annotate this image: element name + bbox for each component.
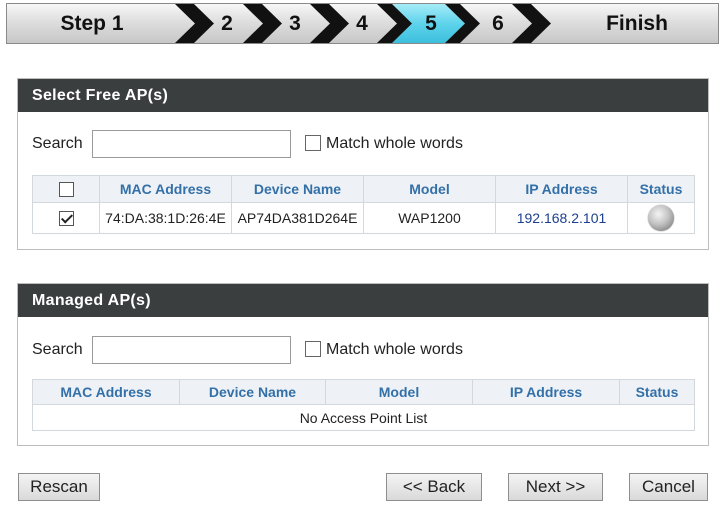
managed-aps-table: MAC Address Device Name Model IP Address…: [32, 379, 695, 431]
next-button[interactable]: Next >>: [508, 473, 603, 501]
managed-aps-title: Managed AP(s): [18, 284, 708, 317]
free-aps-panel: Select Free AP(s) Search Match whole wor…: [17, 78, 709, 250]
column-header-status[interactable]: Status: [627, 175, 695, 203]
managed-aps-match-whole-words-label: Match whole words: [326, 341, 463, 358]
wizard-step-finish: Finish: [606, 12, 668, 35]
row-select-cell: [32, 202, 100, 234]
table-header-row: MAC Address Device Name Model IP Address…: [32, 379, 695, 405]
wizard-step-2: 2: [221, 12, 233, 35]
column-header-mac[interactable]: MAC Address: [99, 175, 232, 203]
empty-list-message: No Access Point List: [32, 404, 695, 431]
cell-model: WAP1200: [363, 202, 496, 234]
wizard-step-4: 4: [356, 12, 368, 35]
managed-aps-search-label: Search: [32, 341, 83, 358]
cell-mac: 74:DA:38:1D:26:4E: [99, 202, 232, 234]
wizard-step-bar: Step 1 2 3 4 5 6 Finish: [6, 3, 719, 44]
wizard-step-5-active: 5: [425, 12, 437, 35]
free-aps-table: MAC Address Device Name Model IP Address…: [32, 175, 695, 234]
status-grey-dot-icon: [648, 205, 674, 231]
table-header-row: MAC Address Device Name Model IP Address…: [32, 175, 695, 203]
cell-device-name: AP74DA381D264E: [231, 202, 364, 234]
column-header-mac[interactable]: MAC Address: [32, 379, 180, 405]
column-header-device-name[interactable]: Device Name: [179, 379, 326, 405]
column-header-device-name[interactable]: Device Name: [231, 175, 364, 203]
column-header-ip[interactable]: IP Address: [495, 175, 628, 203]
column-header-model[interactable]: Model: [325, 379, 473, 405]
select-all-checkbox[interactable]: [58, 182, 74, 198]
rescan-button[interactable]: Rescan: [18, 473, 100, 501]
free-aps-match-whole-words-checkbox[interactable]: [305, 135, 321, 151]
row-select-checkbox[interactable]: [58, 211, 74, 227]
managed-aps-panel: Managed AP(s) Search Match whole words M…: [17, 283, 709, 446]
managed-aps-match-whole-words-checkbox[interactable]: [305, 341, 321, 357]
table-row[interactable]: 74:DA:38:1D:26:4E AP74DA381D264E WAP1200…: [32, 202, 695, 234]
free-aps-title: Select Free AP(s): [18, 79, 708, 112]
free-aps-search-label: Search: [32, 135, 83, 152]
column-header-ip[interactable]: IP Address: [472, 379, 620, 405]
cell-ip: 192.168.2.101: [495, 202, 628, 234]
select-all-cell: [32, 175, 100, 203]
free-aps-search-input[interactable]: [92, 130, 291, 158]
empty-row: No Access Point List: [32, 404, 695, 431]
back-button[interactable]: << Back: [386, 473, 482, 501]
wizard-step-6: 6: [492, 12, 504, 35]
managed-aps-search-input[interactable]: [92, 336, 291, 364]
free-aps-match-whole-words-label: Match whole words: [326, 135, 463, 152]
wizard-step-3: 3: [289, 12, 301, 35]
wizard-step-1: Step 1: [60, 12, 124, 35]
column-header-model[interactable]: Model: [363, 175, 496, 203]
cell-status: [627, 202, 695, 234]
cancel-button[interactable]: Cancel: [629, 473, 708, 501]
column-header-status[interactable]: Status: [619, 379, 695, 405]
